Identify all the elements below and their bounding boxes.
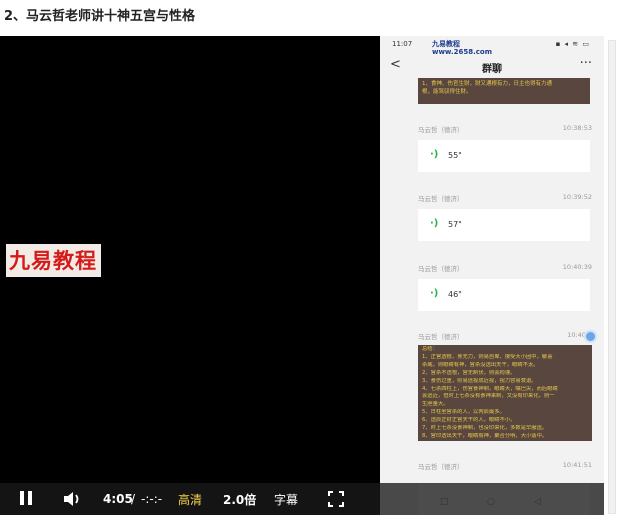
speed-button[interactable]: 2.0倍 <box>223 491 256 508</box>
message-time: 10:40:39 <box>562 263 592 271</box>
note-card-top: 1、食神、伤官生财，财又通根有力，日主也得有力通 根，能驾驭得住财。 <box>418 78 590 104</box>
subtitles-button[interactable]: 字幕 <box>274 491 298 508</box>
note-line: 8、官印透出天干，眼睛有神，聚合分明，大小适中。 <box>422 432 548 439</box>
pause-icon[interactable] <box>19 491 33 507</box>
message-time: 10:41:51 <box>562 461 592 469</box>
message-sender: 马云哲（德济） <box>418 126 464 134</box>
volume-icon[interactable] <box>63 490 83 512</box>
voice-wave-icon: ·) <box>430 218 439 229</box>
status-time: 11:07 <box>392 40 413 48</box>
page-title: 2、马云哲老师讲十神五宫与性格 <box>4 9 196 24</box>
phone-screen: 11:07 ▪ ◂ ≋ ▭ 九易教程 www.2658.com < 群聊 ···… <box>380 36 604 515</box>
note-line: 根，能驾驭得住财。 <box>422 89 472 95</box>
voice-message: ·) 55" <box>418 140 590 172</box>
quality-button[interactable]: 高清 <box>178 491 202 508</box>
duration: -:-:- <box>141 492 163 506</box>
message-sender: 马云哲（德济） <box>418 265 464 273</box>
scroll-indicator <box>584 330 597 343</box>
voice-wave-icon: ·) <box>430 149 439 160</box>
page-scrollbar[interactable] <box>607 36 617 515</box>
note-line: 杀威，则眼睛有神，官杀没透出天干，眼睛不太。 <box>422 361 539 368</box>
fullscreen-icon[interactable] <box>328 491 344 511</box>
note-line: 1、正官透根，身无力，则易自卑、接受大小团中，敏喜 <box>422 353 553 360</box>
time-separator: / <box>131 492 136 506</box>
player-controls: 4:05 / -:-:- 高清 2.0倍 字幕 <box>0 483 604 515</box>
video-player[interactable]: 九易教程 11:07 ▪ ◂ ≋ ▭ 九易教程 www.2658.com < 群… <box>0 36 604 515</box>
note-card-summary: 总结： 1、正官透根，身无力，则易自卑、接受大小团中，敏喜 杀威，则眼睛有神，官… <box>418 345 592 441</box>
note-line: 生胆量大。 <box>422 401 449 408</box>
note-line: 5、日柱坐官杀的人，以丙辰最多。 <box>422 409 505 416</box>
voice-duration: 46" <box>448 290 462 299</box>
more-icon: ··· <box>579 56 592 71</box>
watermark-label: 九易教程 <box>6 244 101 277</box>
voice-duration: 55" <box>448 151 462 160</box>
note-line: 6、透辰正财正官天干的人，眼睛不小。 <box>422 417 516 424</box>
note-line: 4、七杀四柱上，伤官食神制，眼睛大，嘴巴尖，而后眼睛 <box>422 385 558 392</box>
message-sender: 马云哲（德济） <box>418 333 464 341</box>
scrollbar-thumb[interactable] <box>608 40 616 514</box>
note-line: 3、食伤过重，则易远视成近视，视力容易衰退。 <box>422 377 537 384</box>
voice-duration: 57" <box>448 220 462 229</box>
voice-message: ·) 57" <box>418 209 590 241</box>
voice-wave-icon: ·) <box>430 288 439 299</box>
message-sender: 马云哲（德济） <box>418 195 464 203</box>
message-sender: 马云哲（德济） <box>418 463 464 471</box>
note-line: 1、食神、伤官生财，财又通根有力，日主也得有力通 <box>422 81 553 87</box>
status-icons: ▪ ◂ ≋ ▭ <box>555 40 590 48</box>
note-line: 总结： <box>422 346 438 352</box>
message-time: 10:38:53 <box>562 124 592 132</box>
chat-title: 群聊 <box>482 64 502 75</box>
current-time: 4:05 <box>103 492 133 506</box>
note-line: 7、时上七杀没食神制，也没印来化，多数是早服运。 <box>422 425 548 432</box>
note-line: 2、官杀不透根，官无制伏，则会拘谨。 <box>422 369 516 376</box>
note-line: 会远近，但时上七杀没有食神来制，又没有印来化，则一 <box>422 393 555 400</box>
chat-header: < 群聊 ··· <box>380 54 604 78</box>
phone-status-bar: 11:07 ▪ ◂ ≋ ▭ 九易教程 www.2658.com <box>380 36 604 56</box>
voice-message: ·) 46" <box>418 279 590 311</box>
message-time: 10:39:52 <box>562 193 592 201</box>
